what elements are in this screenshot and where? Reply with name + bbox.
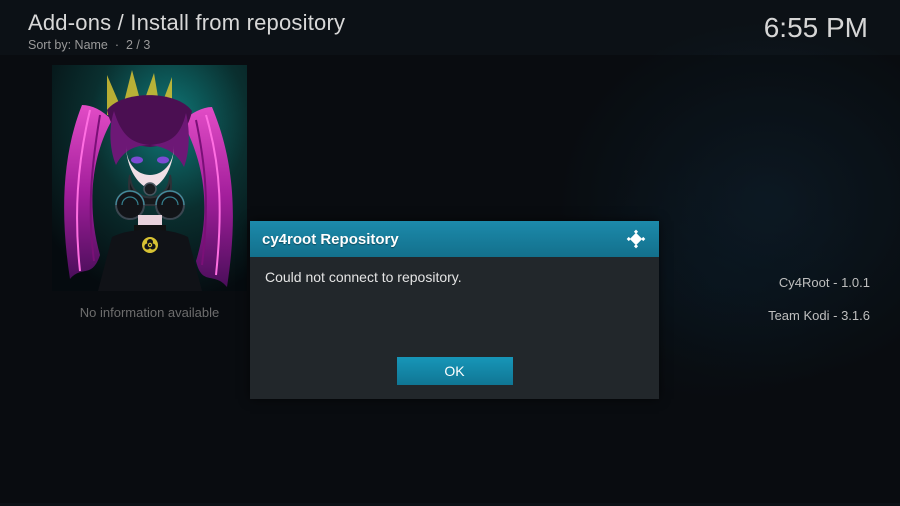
subheader: Sort by: Name · 2 / 3: [28, 38, 872, 52]
addon-meta-list: Cy4Root - 1.0.1 Team Kodi - 3.1.6: [768, 275, 870, 341]
thumbnail-caption: No information available: [52, 305, 247, 320]
dialog-header: cy4root Repository: [250, 221, 659, 257]
anime-character-icon: [52, 65, 247, 291]
dialog-body: Could not connect to repository.: [250, 257, 659, 357]
separator-dash: -: [833, 275, 841, 290]
addon-meta-version: 1.0.1: [841, 275, 870, 290]
clock: 6:55 PM: [764, 12, 868, 44]
dialog-title: cy4root Repository: [262, 231, 399, 248]
dialog-actions: OK: [250, 357, 659, 399]
addon-meta-name: Cy4Root: [779, 275, 830, 290]
separator-dash: -: [833, 308, 841, 323]
separator-dot: ·: [111, 38, 126, 52]
selected-item-panel: No information available: [52, 65, 247, 320]
error-dialog: cy4root Repository Could not connect to …: [250, 221, 659, 399]
breadcrumb: Add-ons / Install from repository: [28, 10, 872, 36]
addon-meta-row: Cy4Root - 1.0.1: [768, 275, 870, 290]
kodi-logo-icon: [625, 228, 647, 250]
ok-button[interactable]: OK: [397, 357, 513, 385]
header: Add-ons / Install from repository Sort b…: [0, 0, 900, 55]
list-position: 2 / 3: [126, 38, 150, 52]
selected-item-thumbnail: [52, 65, 247, 291]
sort-label: Sort by: Name: [28, 38, 108, 52]
addon-meta-version: 3.1.6: [841, 308, 870, 323]
content-area: No information available Cy4Root - 1.0.1…: [0, 55, 900, 503]
addon-meta-row: Team Kodi - 3.1.6: [768, 308, 870, 323]
dialog-message: Could not connect to repository.: [265, 269, 644, 285]
addon-meta-name: Team Kodi: [768, 308, 829, 323]
